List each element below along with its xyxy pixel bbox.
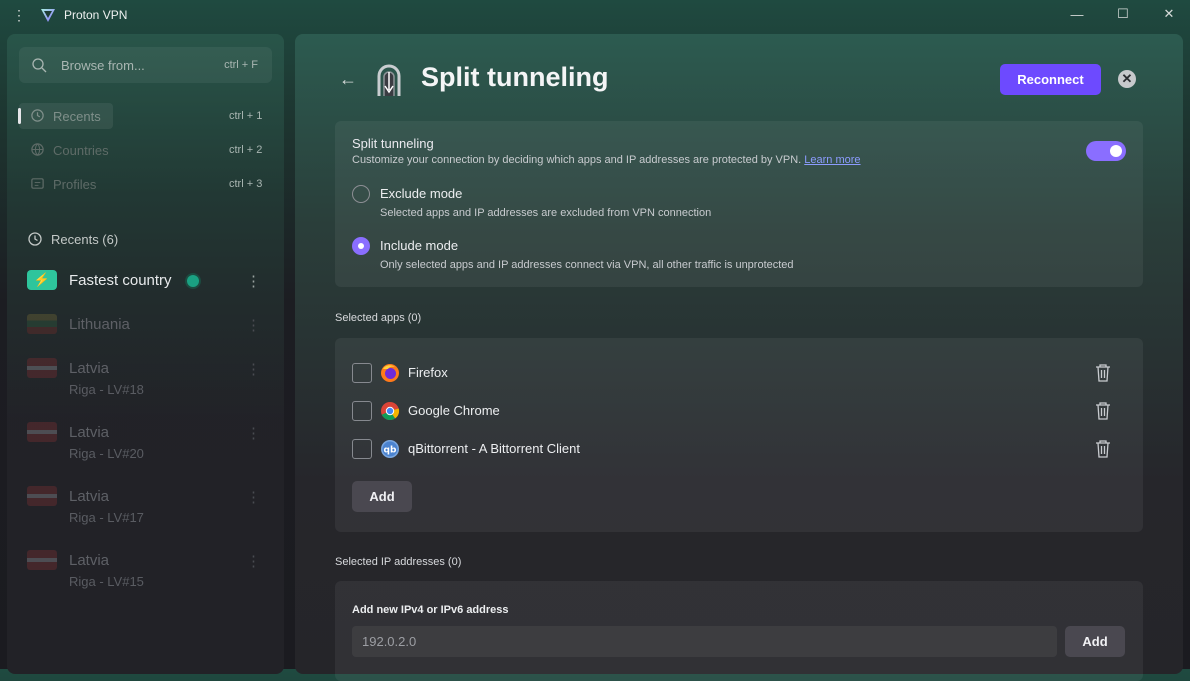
ip-input-label: Add new IPv4 or IPv6 address [352, 604, 509, 616]
nav-profiles-label: Profiles [53, 177, 97, 192]
recent-lithuania[interactable]: Lithuania ⋮ [27, 314, 267, 362]
more-options-icon[interactable]: ⋮ [246, 488, 261, 506]
latvia-flag-icon [27, 550, 57, 570]
close-icon[interactable]: ✕ [1118, 70, 1136, 88]
trash-icon[interactable] [1094, 363, 1112, 383]
app-checkbox[interactable] [352, 363, 372, 383]
split-tunneling-title: Split tunneling [352, 136, 434, 151]
qbittorrent-icon: qb [381, 440, 399, 458]
trash-icon[interactable] [1094, 401, 1112, 421]
app-row-chrome: Google Chrome [352, 399, 1126, 423]
selected-ips-header: Selected IP addresses (0) [335, 556, 462, 568]
nav-countries-label: Countries [53, 143, 109, 158]
lightning-icon: ⚡ [27, 270, 57, 290]
selected-ips-card: Add new IPv4 or IPv6 address Add [335, 581, 1143, 681]
latvia-flag-icon [27, 422, 57, 442]
ip-address-input[interactable] [352, 626, 1057, 657]
app-name: Google Chrome [408, 403, 500, 418]
recent-fastest-country[interactable]: ⚡ Fastest country ⋮ [27, 270, 267, 318]
app-row-qbittorrent: qb qBittorrent - A Bittorrent Client [352, 437, 1126, 461]
recent-latvia-15[interactable]: Latvia Riga - LV#15 ⋮ [27, 550, 267, 598]
learn-more-link[interactable]: Learn more [804, 154, 860, 166]
search-placeholder: Browse from... [61, 58, 145, 73]
recent-latvia-18[interactable]: Latvia Riga - LV#18 ⋮ [27, 358, 267, 406]
include-mode-description: Only selected apps and IP addresses conn… [380, 259, 794, 271]
recent-server: Riga - LV#17 [69, 510, 144, 525]
lithuania-flag-icon [27, 314, 57, 334]
recents-header-label: Recents (6) [51, 232, 119, 247]
search-icon [32, 58, 47, 73]
recent-server: Riga - LV#15 [69, 574, 144, 589]
recent-latvia-17[interactable]: Latvia Riga - LV#17 ⋮ [27, 486, 267, 534]
title-bar: ⋮ Proton VPN — ☐ ✕ [0, 0, 1190, 32]
page-title: Split tunneling [421, 62, 609, 92]
globe-icon [31, 143, 44, 156]
maximize-button[interactable]: ☐ [1100, 0, 1146, 28]
include-mode-label: Include mode [380, 238, 459, 253]
nav-countries-shortcut: ctrl + 2 [229, 144, 263, 156]
nav-recents[interactable]: Recents ctrl + 1 [18, 103, 262, 129]
exclude-mode-label: Exclude mode [380, 186, 463, 201]
selected-apps-card: Firefox Google Chrome qb qBittorrent - A… [335, 338, 1143, 532]
add-app-button[interactable]: Add [352, 481, 412, 512]
svg-text:qb: qb [384, 446, 397, 456]
toggle-knob [1110, 145, 1122, 157]
exclude-mode-radio[interactable] [352, 185, 370, 203]
latvia-flag-icon [27, 486, 57, 506]
recent-server: Riga - LV#20 [69, 446, 144, 461]
more-options-icon[interactable]: ⋮ [246, 360, 261, 378]
more-options-icon[interactable]: ⋮ [246, 316, 261, 334]
exclude-mode-description: Selected apps and IP addresses are exclu… [380, 207, 712, 219]
more-options-icon[interactable]: ⋮ [246, 424, 261, 442]
recent-name: Latvia [69, 552, 110, 569]
split-tunneling-toggle[interactable] [1086, 141, 1126, 161]
window-title: Proton VPN [64, 8, 128, 22]
app-menu-icon[interactable]: ⋮ [12, 7, 26, 23]
profile-icon [31, 178, 44, 189]
app-name: qBittorrent - A Bittorrent Client [408, 441, 580, 456]
more-options-icon[interactable]: ⋮ [246, 272, 261, 290]
recent-latvia-20[interactable]: Latvia Riga - LV#20 ⋮ [27, 422, 267, 470]
add-ip-button[interactable]: Add [1065, 626, 1125, 657]
recent-name: Lithuania [69, 316, 130, 333]
split-tunnel-icon [377, 64, 401, 96]
selected-apps-header: Selected apps (0) [335, 312, 422, 324]
back-arrow-icon[interactable]: ← [339, 70, 357, 88]
nav-recents-shortcut: ctrl + 1 [229, 110, 263, 122]
recent-name: Latvia [69, 488, 110, 505]
connected-indicator [187, 275, 199, 287]
split-tunneling-description: Customize your connection by deciding wh… [352, 154, 861, 166]
search-box[interactable]: Browse from... ctrl + F [19, 47, 272, 83]
minimize-button[interactable]: — [1054, 0, 1100, 28]
search-shortcut: ctrl + F [224, 59, 258, 71]
include-mode-radio[interactable] [352, 237, 370, 255]
app-checkbox[interactable] [352, 439, 372, 459]
proton-vpn-logo-icon [41, 9, 55, 22]
recent-name: Latvia [69, 424, 110, 441]
window-close-button[interactable]: ✕ [1146, 0, 1190, 28]
main-panel: ← Split tunneling Reconnect ✕ Split tunn… [295, 34, 1183, 681]
trash-icon[interactable] [1094, 439, 1112, 459]
split-tunneling-card: Split tunneling Customize your connectio… [335, 121, 1143, 287]
recent-name: Latvia [69, 360, 110, 377]
more-options-icon[interactable]: ⋮ [246, 552, 261, 570]
reconnect-button[interactable]: Reconnect [1000, 64, 1101, 95]
nav-recents-label: Recents [53, 109, 101, 124]
nav-countries[interactable]: Countries ctrl + 2 [19, 137, 277, 163]
history-icon [28, 232, 42, 246]
firefox-icon [381, 364, 399, 382]
recent-server: Riga - LV#18 [69, 382, 144, 397]
chrome-icon [381, 402, 400, 421]
sidebar: Browse from... ctrl + F Recents ctrl + 1… [7, 34, 284, 674]
app-checkbox[interactable] [352, 401, 372, 421]
latvia-flag-icon [27, 358, 57, 378]
nav-profiles-shortcut: ctrl + 3 [229, 178, 263, 190]
history-icon [31, 109, 44, 122]
recent-name: Fastest country [69, 272, 172, 289]
active-indicator [18, 108, 21, 124]
app-name: Firefox [408, 365, 448, 380]
app-row-firefox: Firefox [352, 361, 1126, 385]
nav-profiles[interactable]: Profiles ctrl + 3 [19, 171, 277, 197]
